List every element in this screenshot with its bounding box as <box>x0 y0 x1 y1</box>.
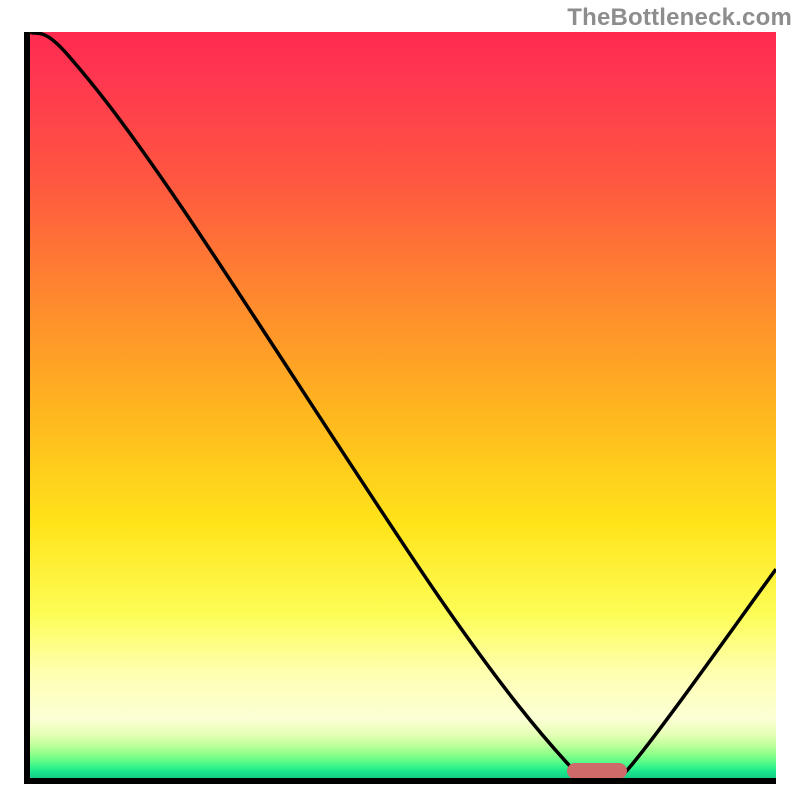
watermark-text: TheBottleneck.com <box>567 4 792 32</box>
bottleneck-curve <box>30 32 776 778</box>
optimum-marker <box>567 763 627 779</box>
chart-plot-area <box>24 32 776 784</box>
curve-path <box>30 32 776 778</box>
